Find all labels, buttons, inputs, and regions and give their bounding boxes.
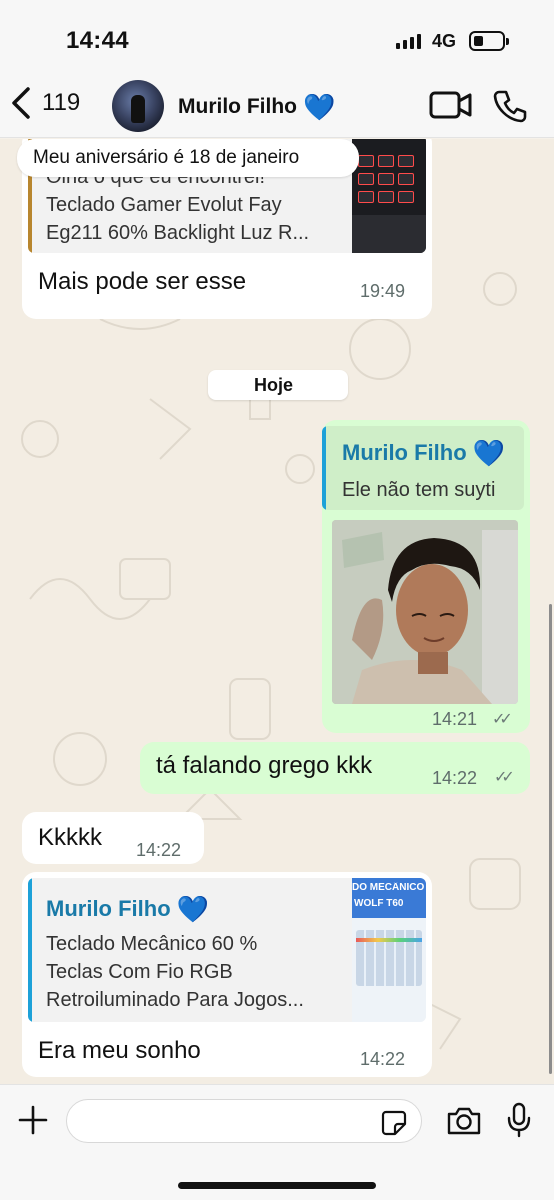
person-photo <box>332 520 518 704</box>
image-attachment[interactable] <box>332 520 518 704</box>
status-bar: 14:44 4G <box>0 0 554 74</box>
link-preview[interactable]: Murilo Filho 💙 Teclado Mecânico 60 % Tec… <box>28 878 426 1022</box>
chevron-left-icon <box>12 87 30 119</box>
contact-name-text: Murilo Filho <box>178 95 297 118</box>
blue-heart-emoji: 💙 <box>176 894 210 924</box>
quoted-reply[interactable]: Murilo Filho 💙 Ele não tem suyti <box>322 426 524 510</box>
camera-icon[interactable] <box>446 1106 482 1136</box>
plus-icon[interactable] <box>18 1105 48 1135</box>
back-button[interactable]: 119 <box>10 86 80 120</box>
link-preview-line: Teclado Mecânico 60 % <box>46 933 258 955</box>
avatar[interactable] <box>112 80 164 132</box>
message-time: 14:21 <box>432 709 478 729</box>
message-text: tá falando grego kkk <box>156 752 373 779</box>
keyboard-product-thumbnail: DO MECÂNICO WOLF T60 <box>352 878 426 1022</box>
message-time: 19:49 <box>360 281 406 301</box>
blue-heart-emoji: 💙 <box>302 92 336 122</box>
chat-area[interactable]: Olha o que eu encontrei! Teclado Gamer E… <box>0 139 554 1084</box>
quoted-reply-accent <box>322 426 326 510</box>
quoted-author: Murilo Filho 💙 <box>342 440 505 466</box>
date-separator-text: Hoje <box>254 375 294 395</box>
message-text: Era meu sonho <box>38 1037 201 1064</box>
link-preview-line: Teclado Gamer Evolut Fay <box>46 194 282 216</box>
link-preview-line: Eg211 60% Backlight Luz R... <box>46 222 310 244</box>
message-time: 14:22 <box>360 1049 406 1069</box>
thumbnail-caption: DO MECÂNICO <box>352 882 425 893</box>
message-input[interactable] <box>66 1099 422 1143</box>
thumbnail-caption: WOLF T60 <box>354 898 404 909</box>
home-indicator[interactable] <box>178 1182 376 1189</box>
message-text: Mais pode ser esse <box>38 268 247 295</box>
message-time: 14:22 <box>136 840 182 860</box>
signal-strength-icon <box>396 33 421 49</box>
phone-icon[interactable] <box>492 88 528 124</box>
message-composer <box>0 1084 554 1200</box>
status-time: 14:44 <box>66 27 129 54</box>
quoted-author-name: Murilo Filho <box>342 440 467 465</box>
chat-header: 119 Murilo Filho 💙 <box>0 74 554 138</box>
message-text: Kkkkk <box>38 824 103 851</box>
incoming-message-bubble[interactable]: Murilo Filho 💙 Teclado Mecânico 60 % Tec… <box>22 872 432 1077</box>
scrollbar[interactable] <box>549 604 552 1074</box>
outgoing-message-bubble[interactable]: tá falando grego kkk 14:22 ✓✓ <box>140 742 530 794</box>
link-preview-line: Retroiluminado Para Jogos... <box>46 989 304 1011</box>
link-preview-line: Teclas Com Fio RGB <box>46 961 233 983</box>
video-call-icon[interactable] <box>428 88 474 122</box>
birthday-banner-text: Meu aniversário é 18 de janeiro <box>33 147 300 168</box>
unread-count: 119 <box>42 89 81 116</box>
link-author-name: Murilo Filho <box>46 896 171 921</box>
network-type: 4G <box>432 31 457 51</box>
link-preview-author: Murilo Filho 💙 <box>46 896 209 922</box>
battery-icon <box>469 31 509 51</box>
contact-name[interactable]: Murilo Filho 💙 <box>178 94 335 120</box>
blue-heart-emoji: 💙 <box>472 438 506 468</box>
message-time: 14:22 <box>432 768 478 788</box>
birthday-banner[interactable]: Meu aniversário é 18 de janeiro <box>17 139 359 177</box>
incoming-message-bubble[interactable]: Kkkkk 14:22 <box>22 812 204 864</box>
quoted-text: Ele não tem suyti <box>342 479 496 501</box>
outgoing-message-bubble[interactable]: Murilo Filho 💙 Ele não tem suyti 14:21 ✓… <box>322 420 530 733</box>
keyboard-product-thumbnail <box>352 139 426 253</box>
date-separator: Hoje <box>208 370 348 400</box>
sticker-icon[interactable] <box>381 1110 407 1136</box>
read-receipt-icon: ✓✓ <box>492 711 513 728</box>
read-receipt-icon: ✓✓ <box>494 769 515 786</box>
link-preview-accent <box>28 878 32 1022</box>
microphone-icon[interactable] <box>506 1102 532 1138</box>
